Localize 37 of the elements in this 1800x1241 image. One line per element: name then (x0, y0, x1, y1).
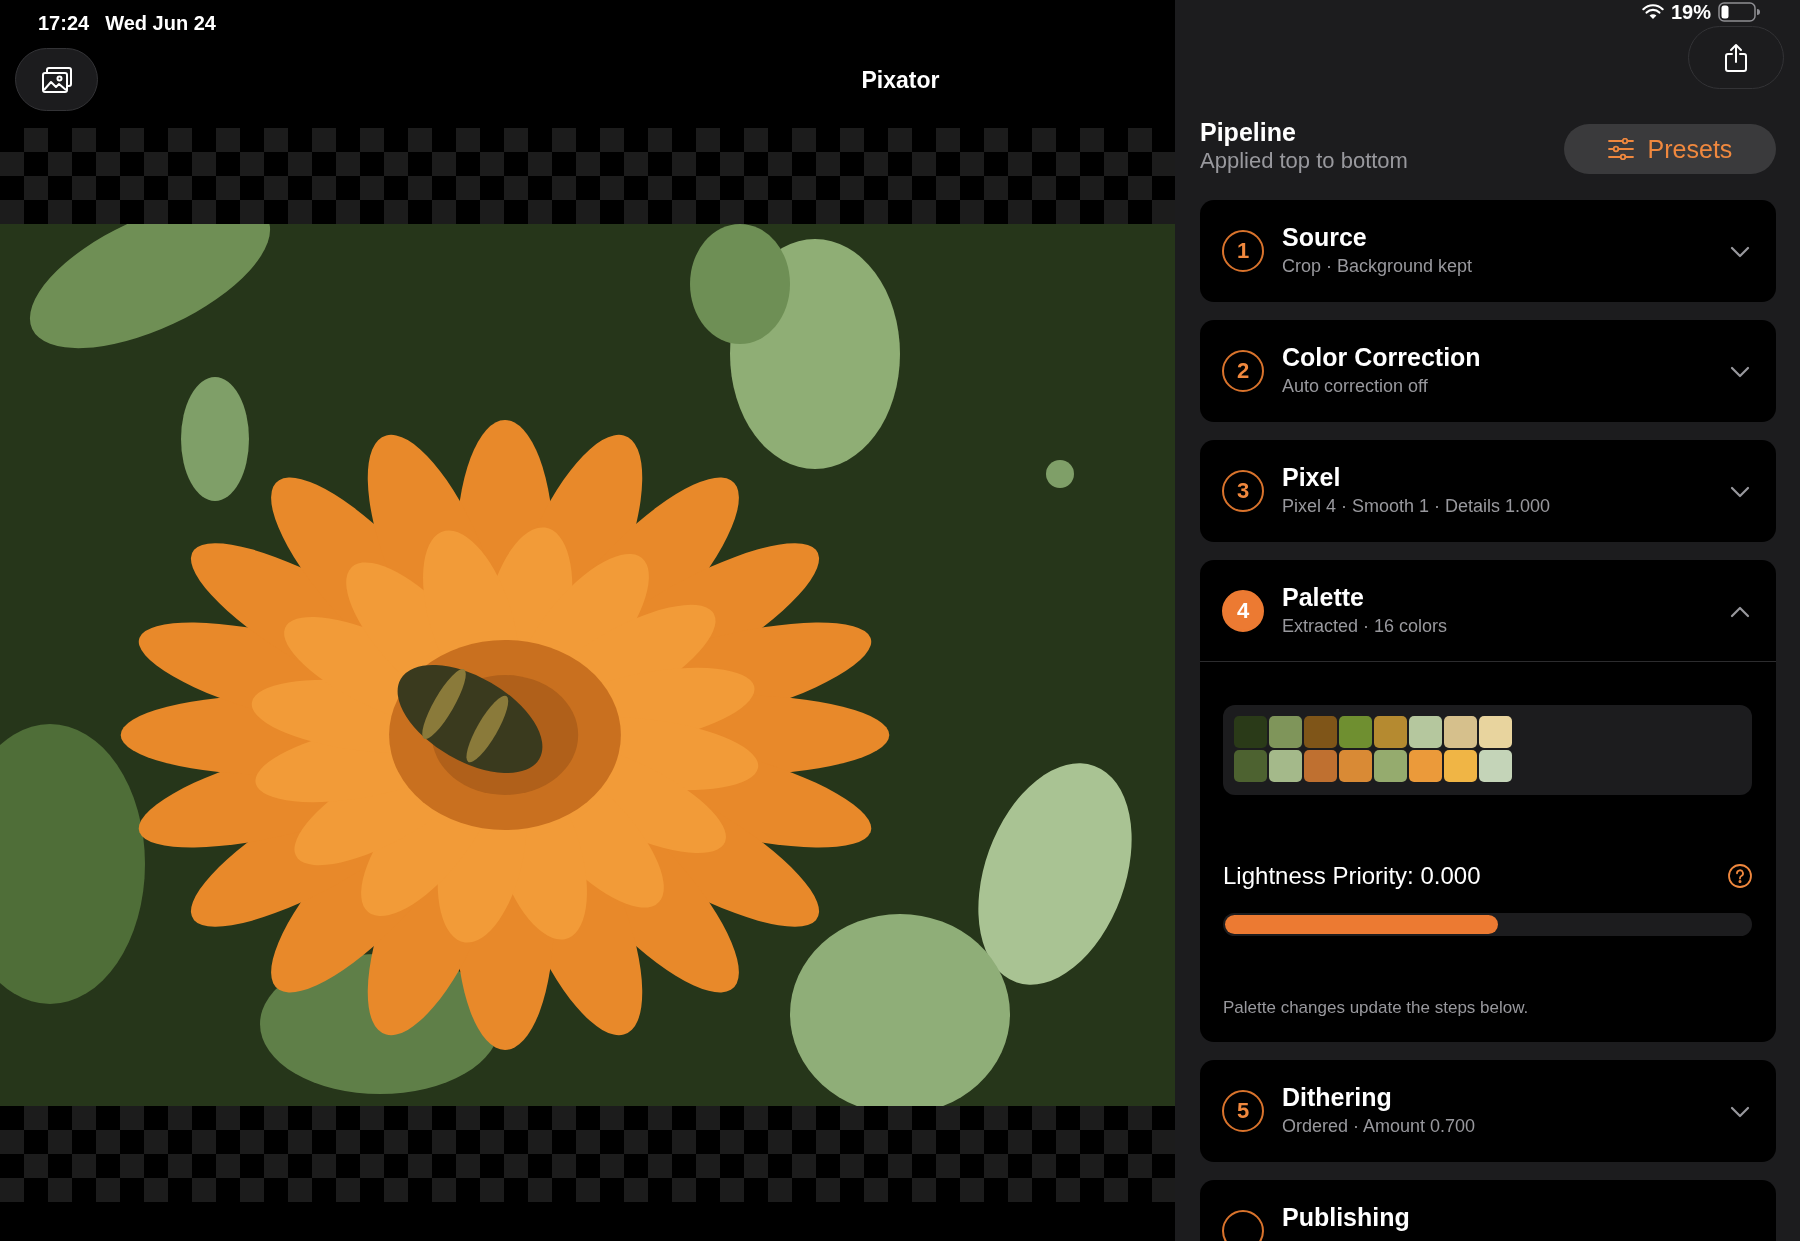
battery-percentage: 19% (1670, 0, 1711, 24)
chevron-up-icon[interactable] (1730, 606, 1750, 618)
status-time: 17:24 (38, 11, 90, 35)
step-number: 1 (1222, 230, 1264, 272)
step-number: 5 (1222, 1090, 1264, 1132)
palette-note: Palette changes update the steps below. (1223, 998, 1529, 1018)
step-number: 4 (1222, 590, 1264, 632)
photos-icon (41, 66, 72, 93)
step-title: Color Correction (1282, 342, 1481, 372)
chevron-down-icon[interactable] (1730, 486, 1750, 498)
chevron-down-icon[interactable] (1730, 366, 1750, 378)
presets-button[interactable]: Presets (1564, 124, 1776, 174)
step-title: Source (1282, 222, 1367, 252)
sliders-icon (1607, 138, 1634, 160)
help-icon[interactable] (1728, 864, 1752, 888)
step-summary: Auto correction off (1282, 375, 1428, 397)
pipeline-subtitle: Applied top to bottom (1200, 147, 1408, 175)
battery-icon (1718, 2, 1760, 22)
share-icon (1724, 42, 1748, 73)
step-title: Pixel (1282, 462, 1341, 492)
chevron-down-icon[interactable] (1730, 246, 1750, 258)
step-title: Dithering (1282, 1082, 1392, 1112)
step-title: Palette (1282, 582, 1364, 612)
step-summary: Extracted · 16 colors (1282, 615, 1448, 637)
pipeline-title: Pipeline (1200, 117, 1297, 147)
step-summary: Pixel 4 · Smooth 1 · Details 1.000 (1282, 495, 1551, 517)
slider-label: Lightness Priority: 0.000 (1223, 861, 1481, 891)
step-number: 3 (1222, 470, 1264, 512)
app-title: Pixator (861, 66, 940, 93)
lightness-slider[interactable] (1223, 913, 1752, 936)
chevron-down-icon[interactable] (1730, 1106, 1750, 1118)
wifi-icon (1641, 4, 1664, 20)
step-title: Publishing (1282, 1202, 1410, 1232)
step-summary: Ordered · Amount 0.700 (1282, 1115, 1476, 1137)
step-summary: Crop · Background kept (1282, 255, 1473, 277)
status-date: Wed Jun 24 (105, 11, 216, 35)
step-number: 2 (1222, 350, 1264, 392)
